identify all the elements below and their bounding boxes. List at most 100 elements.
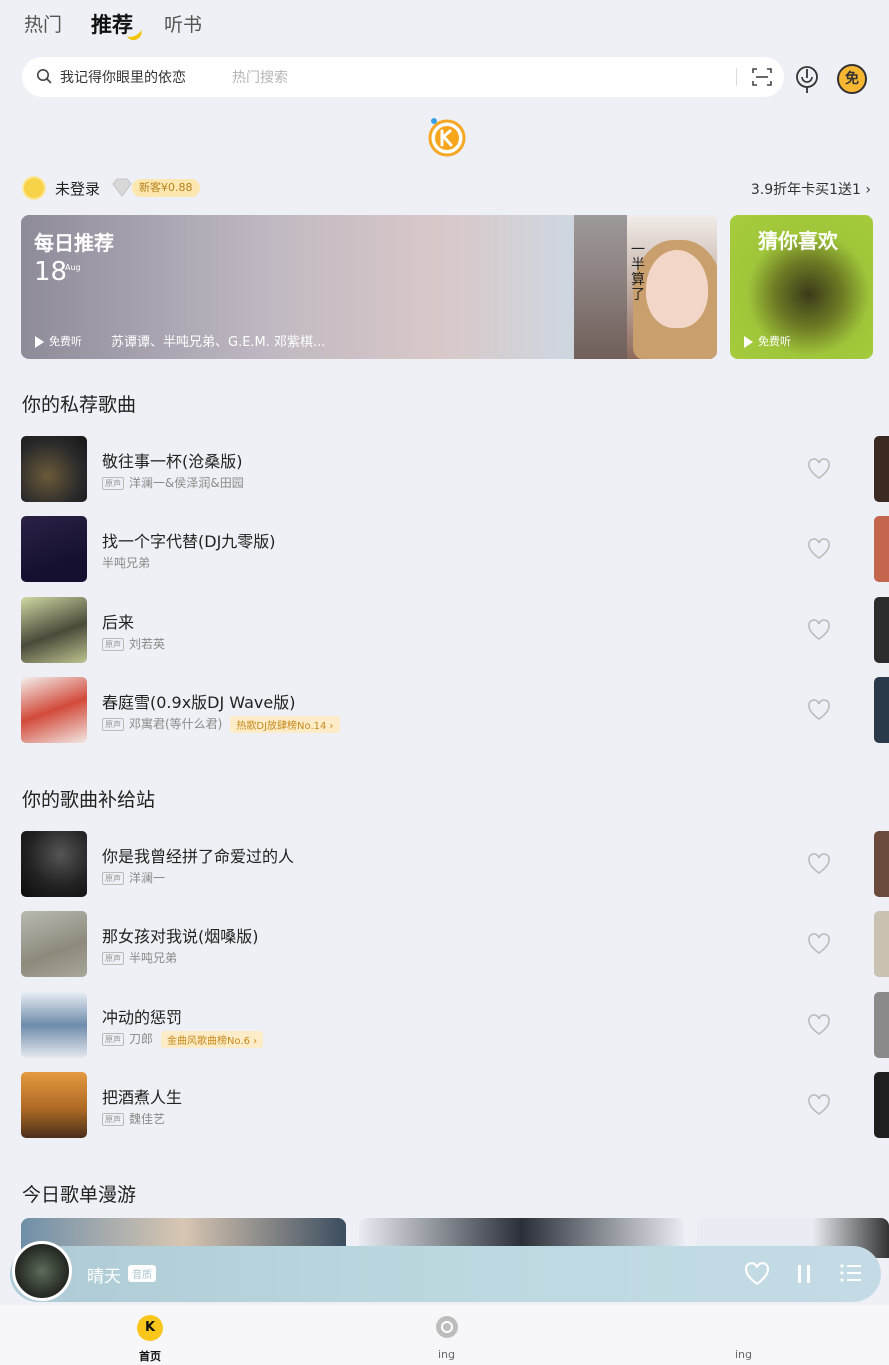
vip-promo-text: 3.9折年卡买1送1 [750, 182, 861, 198]
scan-icon[interactable] [751, 66, 773, 88]
daily-recommend-banner[interactable]: 一半算了 每日推荐 18 Aug 免费听 苏谭谭、半吨兄弟、G.E.M. 邓紫棋… [21, 215, 717, 359]
song-artist: 洋澜一&侯泽润&田园 [129, 476, 244, 490]
song-row[interactable]: 你是我曾经拼了命爱过的人 原声 洋澜一 [21, 831, 871, 897]
section-title-private: 你的私荐歌曲 [22, 394, 137, 416]
daily-play-label: 免费听 [49, 335, 82, 348]
nav-ing-label[interactable]: ing [438, 1348, 455, 1361]
guess-play-button[interactable]: 免费听 [744, 333, 791, 349]
heart-icon[interactable] [744, 1262, 770, 1286]
ing-icon[interactable] [434, 1314, 460, 1340]
peek-cover [874, 992, 889, 1058]
daily-artists: 苏谭谭、半吨兄弟、G.E.M. 邓紫棋... [111, 335, 326, 350]
song-row[interactable]: 那女孩对我说(烟嗓版) 原声 半吨兄弟 [21, 911, 871, 977]
song-meta: 半吨兄弟 [102, 554, 150, 571]
heart-icon[interactable] [807, 699, 831, 721]
chart-rank-tag[interactable]: 热歌DJ放肆榜No.14 › [230, 716, 340, 733]
song-cover [21, 436, 87, 502]
vip-promo-link[interactable]: 3.9折年卡买1送1 › [751, 179, 871, 199]
song-row[interactable]: 找一个字代替(DJ九零版) 半吨兄弟 [21, 516, 871, 582]
player-song-title: 晴天 [87, 1267, 121, 1287]
cover-left-strip [574, 215, 627, 359]
player-quality-tag: 音质 [128, 1265, 156, 1282]
vip-offer-tag[interactable]: 新客¥0.88 [132, 179, 200, 197]
chevron-right-icon: › [865, 182, 871, 198]
daily-month: Aug [65, 263, 81, 272]
quality-tag: 原声 [102, 952, 124, 965]
quality-tag: 原声 [102, 1113, 124, 1126]
home-icon[interactable]: K [137, 1315, 163, 1341]
heart-icon[interactable] [807, 538, 831, 560]
quality-tag: 原声 [102, 1033, 124, 1046]
song-title: 敬往事一杯(沧桑版) [102, 452, 243, 471]
search-bar[interactable]: 我记得你眼里的依恋 热门搜索 [22, 57, 784, 97]
nav-home-label[interactable]: 首页 [139, 1348, 161, 1364]
player-album-disc[interactable] [12, 1241, 72, 1301]
song-meta: 原声 洋澜一&侯泽润&田园 [102, 474, 244, 491]
song-title: 春庭雪(0.9x版DJ Wave版) [102, 693, 296, 712]
chart-rank-label: 金曲风歌曲榜No.6 [167, 1036, 250, 1047]
song-meta: 原声 半吨兄弟 [102, 949, 177, 966]
quality-tag: 原声 [102, 638, 124, 651]
quality-tag: 原声 [102, 718, 124, 731]
chevron-right-icon: › [329, 721, 334, 732]
song-title: 你是我曾经拼了命爱过的人 [102, 847, 295, 866]
section-title-playlist: 今日歌单漫游 [22, 1184, 137, 1206]
song-row[interactable]: 春庭雪(0.9x版DJ Wave版) 原声 邓寓君(等什么君) 热歌DJ放肆榜No.… [21, 677, 871, 743]
search-query: 我记得你眼里的依恋 [60, 70, 186, 86]
voice-search-icon[interactable] [793, 63, 821, 95]
search-hint: 热门搜索 [232, 70, 288, 86]
song-row[interactable]: 后来 原声 刘若英 [21, 597, 871, 663]
free-mode-button[interactable]: 免 [837, 64, 867, 94]
song-artist: 半吨兄弟 [129, 951, 178, 965]
heart-icon[interactable] [807, 853, 831, 875]
bottom-nav: K 首页 ing ing [0, 1305, 889, 1365]
peek-cover [874, 831, 889, 897]
song-meta: 原声 刘若英 [102, 635, 165, 652]
daily-play-button[interactable]: 免费听 [35, 333, 82, 349]
guess-title: 猜你喜欢 [758, 229, 838, 253]
guess-you-like-banner[interactable]: 猜你喜欢 免费听 [730, 215, 873, 359]
search-icon [37, 69, 52, 84]
kugou-logo-icon [428, 118, 466, 157]
peek-cover [874, 597, 889, 663]
chart-rank-tag[interactable]: 金曲风歌曲榜No.6 › [161, 1031, 264, 1048]
playlist-queue-icon[interactable] [839, 1263, 863, 1283]
pause-icon[interactable] [796, 1264, 812, 1284]
song-meta: 原声 邓寓君(等什么君) 热歌DJ放肆榜No.14 › [102, 715, 340, 733]
mini-player[interactable]: 晴天 音质 [10, 1241, 881, 1302]
song-artist: 洋澜一 [129, 871, 166, 885]
song-row[interactable]: 把酒煮人生 原声 魏佳艺 [21, 1072, 871, 1138]
song-cover [21, 677, 87, 743]
daily-title: 每日推荐 [34, 231, 114, 255]
user-avatar[interactable] [22, 176, 46, 200]
tab-hot[interactable]: 热门 [24, 10, 62, 37]
song-meta: 原声 洋澜一 [102, 869, 165, 886]
heart-icon[interactable] [807, 619, 831, 641]
song-row[interactable]: 冲动的惩罚 原声 刀郎 金曲风歌曲榜No.6 › [21, 992, 871, 1058]
login-status[interactable]: 未登录 [55, 178, 100, 199]
play-icon [744, 336, 753, 348]
song-cover [21, 516, 87, 582]
nav-me-label[interactable]: ing [735, 1348, 752, 1361]
heart-icon[interactable] [807, 933, 831, 955]
vip-diamond-icon [112, 178, 132, 197]
heart-icon[interactable] [807, 458, 831, 480]
song-title: 找一个字代替(DJ九零版) [102, 532, 276, 551]
song-cover [21, 992, 87, 1058]
peek-cover [874, 1072, 889, 1138]
guess-play-label: 免费听 [758, 335, 791, 348]
heart-icon[interactable] [807, 1094, 831, 1116]
heart-icon[interactable] [807, 1014, 831, 1036]
quality-tag: 原声 [102, 872, 124, 885]
peek-cover [874, 911, 889, 977]
section-title-supply: 你的歌曲补给站 [22, 789, 156, 811]
song-cover [21, 831, 87, 897]
chart-rank-label: 热歌DJ放肆榜No.14 [236, 721, 327, 732]
tab-audiobook[interactable]: 听书 [164, 10, 202, 37]
song-row[interactable]: 敬往事一杯(沧桑版) 原声 洋澜一&侯泽润&田园 [21, 436, 871, 502]
song-meta: 原声 刀郎 金曲风歌曲榜No.6 › [102, 1030, 264, 1048]
song-artist: 半吨兄弟 [102, 556, 151, 570]
song-cover [21, 597, 87, 663]
peek-cover [874, 677, 889, 743]
song-cover [21, 911, 87, 977]
